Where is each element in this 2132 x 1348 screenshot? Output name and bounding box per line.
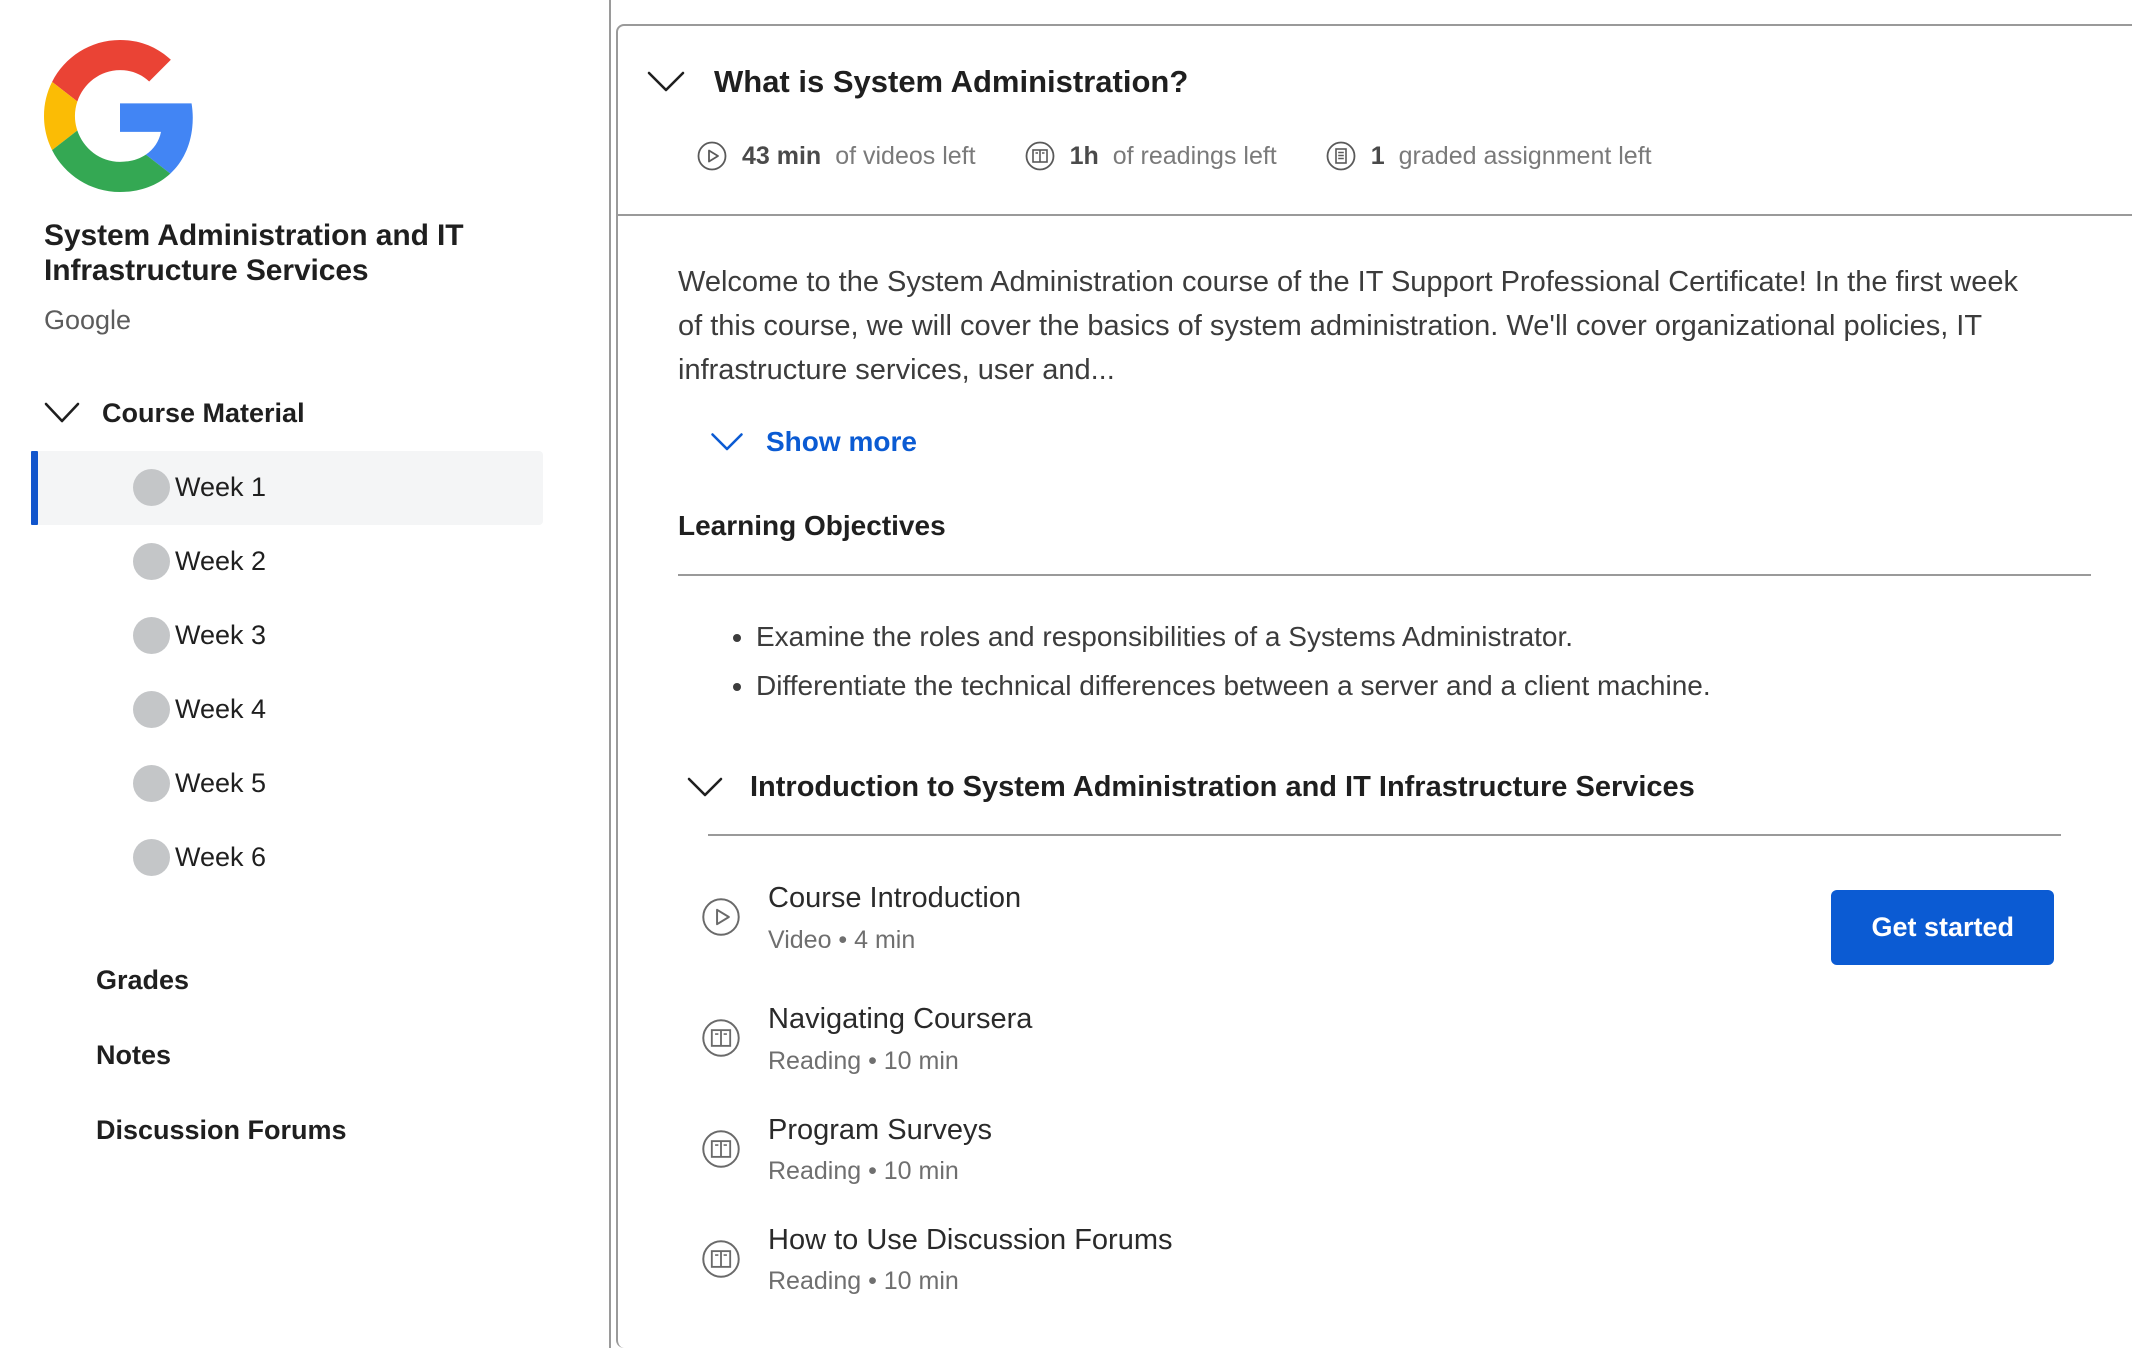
week-status-dot-icon [133, 469, 170, 506]
stat-value: 1 [1371, 142, 1385, 171]
sidebar-item-label: Week 5 [175, 768, 266, 799]
stat-graded-assignments-left: 1 graded assignment left [1325, 140, 1652, 172]
book-circle-icon [700, 1238, 742, 1280]
get-started-button[interactable]: Get started [1831, 890, 2054, 965]
divider [678, 574, 2091, 576]
list-item[interactable]: Program Surveys Reading • 10 min [678, 1094, 2091, 1204]
list-item: Differentiate the technical differences … [756, 665, 2091, 708]
week-intro-text: Welcome to the System Administration cou… [678, 260, 2023, 392]
book-circle-icon [1024, 140, 1056, 172]
sidebar-item-week-1[interactable]: Week 1 [35, 451, 543, 525]
lesson-list: Course Introduction Video • 4 min Get st… [678, 862, 2091, 1314]
sidebar-item-week-2[interactable]: Week 2 [35, 525, 543, 599]
course-sidebar: System Administration and IT Infrastruct… [0, 0, 611, 1348]
learning-objectives-list: Examine the roles and responsibilities o… [678, 616, 2091, 707]
show-more-button[interactable]: Show more [710, 426, 2091, 458]
assignment-circle-icon [1325, 140, 1357, 172]
lesson-title: How to Use Discussion Forums [768, 1224, 1173, 1256]
week-stats-row: 43 min of videos left 1h [618, 140, 2132, 172]
lesson-title: Navigating Coursera [768, 1003, 1032, 1035]
sidebar-item-label: Week 2 [175, 546, 266, 577]
chevron-down-icon [44, 402, 80, 424]
week-card-title-row[interactable]: What is System Administration? [618, 64, 2132, 100]
google-logo-icon [44, 40, 196, 192]
sidebar-item-discussion-forums[interactable]: Discussion Forums [96, 1093, 609, 1168]
lesson-title: Program Surveys [768, 1114, 992, 1146]
week-status-dot-icon [133, 839, 170, 876]
course-material-label: Course Material [102, 398, 305, 429]
stat-value: 43 min [742, 142, 821, 171]
stat-suffix: of videos left [835, 142, 975, 171]
course-material-header[interactable]: Course Material [44, 398, 609, 429]
course-provider: Google [44, 305, 565, 336]
week-list: Week 1 Week 2 Week 3 Week 4 Week 5 Week … [0, 451, 609, 895]
page-title: What is System Administration? [714, 64, 1188, 100]
play-circle-icon [696, 140, 728, 172]
week-status-dot-icon [133, 617, 170, 654]
week-status-dot-icon [133, 543, 170, 580]
week-card-header: What is System Administration? 43 min of… [618, 26, 2132, 216]
stat-readings-left: 1h of readings left [1024, 140, 1277, 172]
course-page: System Administration and IT Infrastruct… [0, 0, 2132, 1348]
list-item[interactable]: Navigating Coursera Reading • 10 min [678, 983, 2091, 1093]
show-more-label: Show more [766, 426, 917, 458]
stat-suffix: of readings left [1113, 142, 1277, 171]
main-content: What is System Administration? 43 min of… [611, 0, 2132, 1348]
sidebar-item-label: Week 3 [175, 620, 266, 651]
book-circle-icon [700, 1128, 742, 1170]
learning-objectives-title: Learning Objectives [678, 510, 2091, 542]
week-card: What is System Administration? 43 min of… [616, 24, 2132, 1348]
list-item[interactable]: How to Use Discussion Forums Reading • 1… [678, 1204, 2091, 1314]
sidebar-item-label: Week 6 [175, 842, 266, 873]
chevron-down-icon [646, 70, 686, 94]
lesson-meta: Reading • 10 min [768, 1047, 2091, 1076]
lesson-title: Course Introduction [768, 882, 1021, 914]
sidebar-item-grades[interactable]: Grades [96, 943, 609, 1018]
sidebar-item-notes[interactable]: Notes [96, 1018, 609, 1093]
stat-value: 1h [1070, 142, 1099, 171]
sidebar-item-label: Week 4 [175, 694, 266, 725]
module-header[interactable]: Introduction to System Administration an… [678, 771, 2091, 804]
sidebar-item-week-3[interactable]: Week 3 [35, 599, 543, 673]
course-title: System Administration and IT Infrastruct… [44, 218, 474, 289]
sidebar-item-label: Week 1 [175, 472, 266, 503]
lesson-meta: Reading • 10 min [768, 1267, 2091, 1296]
book-circle-icon [700, 1017, 742, 1059]
sidebar-item-week-5[interactable]: Week 5 [35, 747, 543, 821]
week-card-body: Welcome to the System Administration cou… [618, 216, 2132, 1314]
lesson-meta: Reading • 10 min [768, 1157, 2091, 1186]
lesson-meta: Video • 4 min [768, 926, 1805, 955]
stat-suffix: graded assignment left [1399, 142, 1652, 171]
chevron-down-icon [710, 432, 744, 453]
sidebar-item-week-4[interactable]: Week 4 [35, 673, 543, 747]
module-title: Introduction to System Administration an… [750, 771, 1695, 804]
sidebar-item-week-6[interactable]: Week 6 [35, 821, 543, 895]
play-circle-icon [700, 896, 742, 938]
week-status-dot-icon [133, 691, 170, 728]
chevron-down-icon [686, 776, 724, 799]
sidebar-nav-links: Grades Notes Discussion Forums [0, 943, 609, 1168]
list-item[interactable]: Course Introduction Video • 4 min Get st… [678, 862, 2091, 983]
divider [708, 834, 2061, 836]
week-status-dot-icon [133, 765, 170, 802]
list-item: Examine the roles and responsibilities o… [756, 616, 2091, 659]
stat-videos-left: 43 min of videos left [696, 140, 976, 172]
